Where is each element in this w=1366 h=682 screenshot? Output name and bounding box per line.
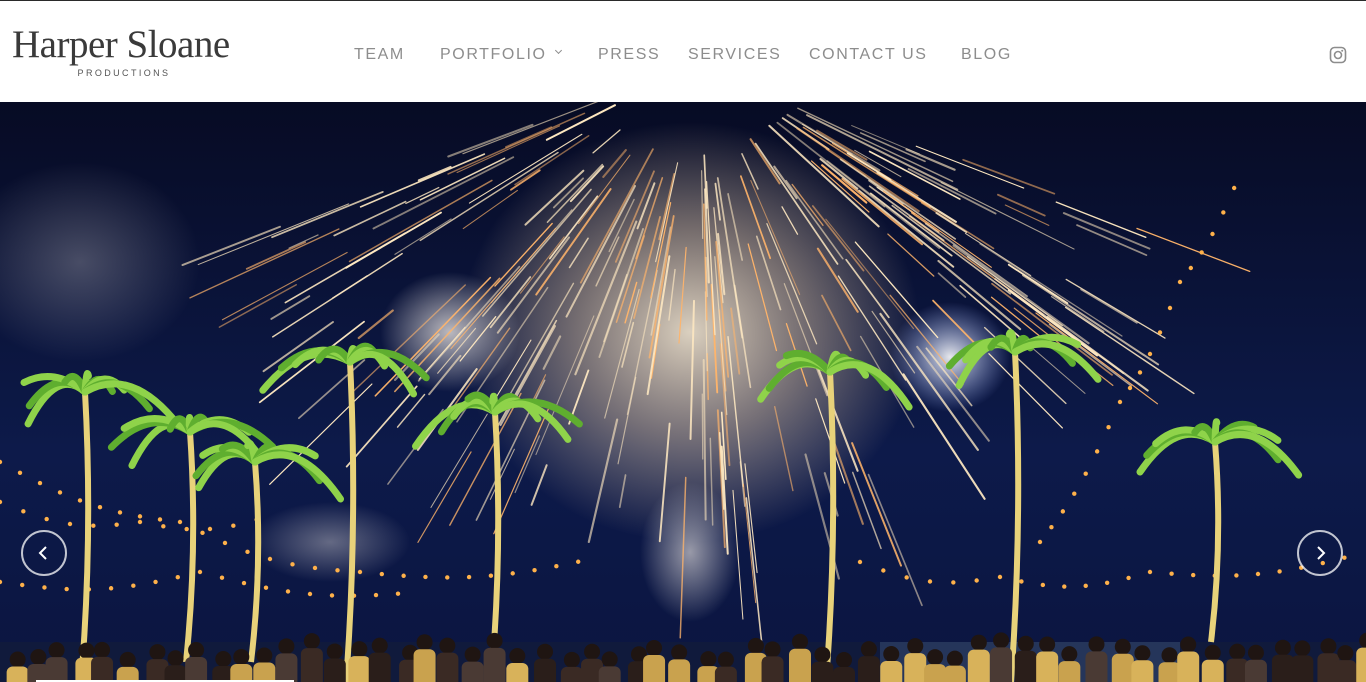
slider-prev-button[interactable]: [21, 530, 67, 576]
nav-item-services[interactable]: SERVICES: [688, 46, 781, 64]
main-nav: TEAM PORTFOLIO PRESS SERVICES CONTACT US…: [0, 1, 1366, 102]
nav-item-contact-us[interactable]: CONTACT US: [809, 46, 928, 64]
slider-next-button[interactable]: [1297, 530, 1343, 576]
nav-item-portfolio-label: PORTFOLIO: [440, 46, 547, 63]
hero-image: [0, 102, 1366, 682]
nav-item-blog[interactable]: BLOG: [961, 46, 1012, 64]
nav-item-team[interactable]: TEAM: [354, 46, 405, 64]
chevron-right-icon: [1317, 546, 1326, 560]
hero-slider: [0, 102, 1366, 682]
instagram-icon[interactable]: [1329, 46, 1347, 64]
nav-item-portfolio[interactable]: PORTFOLIO: [440, 46, 562, 64]
chevron-left-icon: [38, 546, 47, 560]
site-header: Harper Sloane PRODUCTIONS TEAM PORTFOLIO…: [0, 1, 1366, 102]
chevron-down-icon: [554, 46, 562, 55]
nav-item-press[interactable]: PRESS: [598, 46, 660, 64]
